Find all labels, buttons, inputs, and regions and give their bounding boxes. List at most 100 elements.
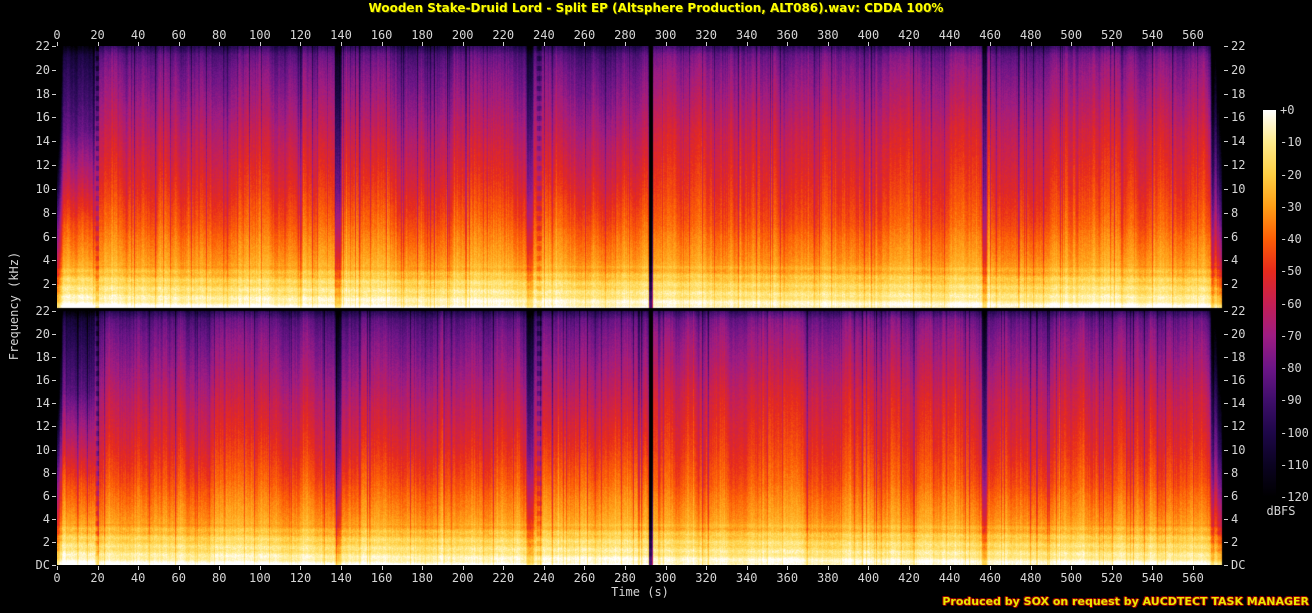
- freq-tick-mark: [52, 472, 56, 474]
- freq-tick-label: 16: [35, 110, 50, 125]
- freq-tick-label: 20: [1231, 327, 1246, 342]
- x-tick-mark: [340, 566, 342, 570]
- freq-tick-mark: [1224, 311, 1228, 312]
- x-tick-label: 400: [857, 28, 880, 42]
- x-tick-label: 400: [857, 571, 880, 585]
- x-tick-label: 180: [411, 571, 433, 585]
- x-tick-label: 160: [370, 28, 393, 42]
- x-tick-mark: [178, 42, 180, 46]
- x-tick-label: 340: [735, 571, 758, 585]
- x-tick-label: 380: [816, 28, 839, 42]
- x-tick-label: 120: [289, 571, 312, 585]
- x-tick-label: 180: [411, 28, 433, 42]
- x-tick-label: 320: [695, 571, 717, 585]
- x-tick-label: 560: [1182, 571, 1204, 585]
- db-tick-label: -30: [1280, 199, 1302, 214]
- freq-tick-label: 22: [1231, 39, 1246, 53]
- freq-tick-label: 16: [1231, 373, 1246, 388]
- freq-tick-label: 22: [1231, 304, 1246, 318]
- freq-tick-label: 20: [35, 62, 50, 77]
- x-tick-mark: [1030, 42, 1032, 46]
- x-tick-label: 60: [171, 571, 186, 585]
- x-tick-label: 540: [1141, 571, 1164, 585]
- x-tick-mark: [706, 566, 708, 570]
- x-tick-mark: [827, 42, 829, 46]
- freq-tick-mark: [52, 236, 56, 238]
- page-title: Wooden Stake-Druid Lord - Split EP (Alts…: [368, 1, 944, 15]
- footer-credit: Produced by SOX on request by AUCDTECT T…: [942, 595, 1309, 608]
- freq-tick-label: 2: [42, 277, 50, 292]
- freq-tick-label: 8: [42, 465, 50, 480]
- x-tick-label: 20: [90, 28, 105, 42]
- x-tick-label: 120: [289, 28, 312, 42]
- x-tick-label: 320: [695, 28, 717, 42]
- x-tick-label: 420: [898, 28, 920, 42]
- freq-tick-mark: [52, 518, 56, 520]
- x-tick-mark: [503, 566, 505, 570]
- freq-tick-mark: [1224, 541, 1228, 543]
- x-tick-mark: [97, 42, 99, 46]
- freq-tick-label: 2: [1231, 534, 1239, 549]
- freq-tick-mark: [1224, 426, 1228, 428]
- freq-tick-label: 10: [1231, 181, 1246, 196]
- x-tick-label: 100: [249, 28, 271, 42]
- freq-tick-label: 10: [35, 181, 50, 196]
- db-tick-label: -20: [1280, 167, 1302, 182]
- x-tick-mark: [746, 566, 748, 570]
- freq-tick-mark: [1224, 188, 1228, 190]
- freq-tick-mark: [52, 69, 56, 71]
- x-tick-label: 460: [979, 571, 1001, 585]
- freq-tick-label: 4: [42, 511, 50, 526]
- freq-tick-label: 16: [1231, 110, 1246, 125]
- x-tick-label: 480: [1019, 28, 1042, 42]
- freq-tick-mark: [1224, 141, 1228, 143]
- x-tick-label: 440: [938, 28, 961, 42]
- x-tick-label: 260: [573, 28, 596, 42]
- x-tick-mark: [219, 566, 221, 570]
- x-tick-mark: [746, 42, 748, 46]
- freq-tick-mark: [1224, 334, 1228, 336]
- freq-tick-label: 12: [35, 158, 50, 173]
- x-tick-mark: [706, 42, 708, 46]
- freq-tick-mark: [1224, 449, 1228, 451]
- freq-tick-mark: [1224, 565, 1228, 566]
- x-tick-mark: [259, 566, 261, 570]
- freq-tick-mark: [52, 93, 56, 95]
- freq-tick-label: 6: [1231, 229, 1239, 244]
- x-tick-mark: [300, 566, 302, 570]
- x-tick-mark: [1111, 566, 1113, 570]
- x-tick-label: 80: [212, 571, 227, 585]
- x-tick-label: 100: [249, 571, 271, 585]
- x-tick-label: 280: [614, 28, 636, 42]
- freq-tick-mark: [52, 541, 56, 543]
- x-tick-mark: [138, 566, 140, 570]
- db-tick-label: +0: [1280, 103, 1295, 117]
- x-tick-mark: [57, 42, 58, 46]
- freq-tick-mark: [52, 357, 56, 359]
- x-tick-mark: [1192, 566, 1194, 570]
- freq-tick-mark: [52, 141, 56, 143]
- x-tick-mark: [665, 566, 667, 570]
- x-tick-mark: [1152, 42, 1154, 46]
- x-tick-label: 420: [898, 571, 920, 585]
- freq-tick-label: 4: [1231, 511, 1239, 526]
- db-tick-label: -70: [1280, 328, 1302, 343]
- x-tick-label: 360: [776, 28, 799, 42]
- x-tick-label: 240: [533, 28, 555, 42]
- freq-tick-mark: [1224, 117, 1228, 119]
- x-tick-label: 260: [573, 571, 596, 585]
- freq-tick-mark: [52, 46, 56, 47]
- freq-tick-label: 18: [1231, 86, 1246, 101]
- freq-tick-mark: [52, 260, 56, 262]
- freq-tick-mark: [52, 284, 56, 286]
- freq-tick-mark: [52, 565, 56, 566]
- freq-tick-label: 12: [35, 419, 50, 434]
- db-tick-label: -40: [1280, 232, 1302, 246]
- x-tick-label: 300: [654, 28, 677, 42]
- freq-tick-mark: [52, 495, 56, 497]
- x-tick-mark: [1030, 566, 1032, 570]
- x-tick-mark: [787, 42, 789, 46]
- freq-tick-mark: [1224, 212, 1228, 214]
- x-tick-mark: [990, 566, 992, 570]
- freq-tick-label: 8: [42, 205, 50, 220]
